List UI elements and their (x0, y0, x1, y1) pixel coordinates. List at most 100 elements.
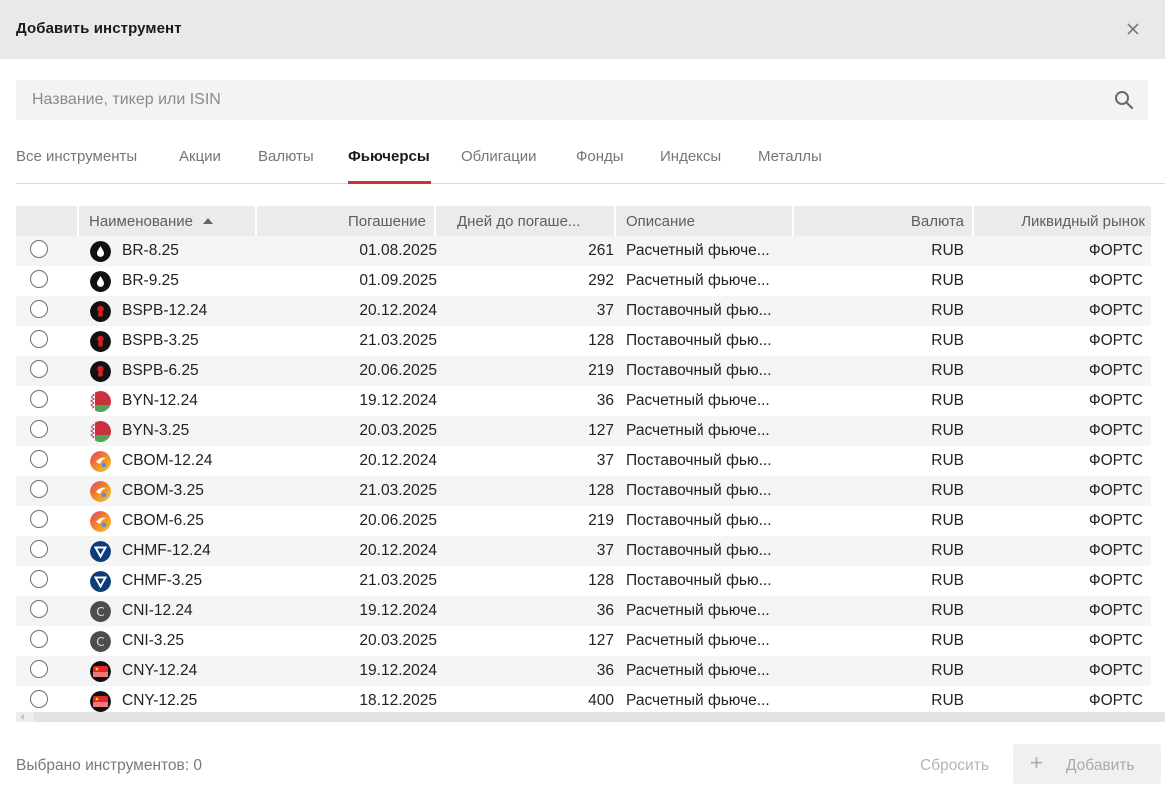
tab-funds[interactable]: Фонды (576, 148, 624, 165)
liquid-market: ФОРТС (1088, 662, 1143, 679)
table-body: BR-8.25 01.08.2025 261 Расчетный фьюче... RU… (16, 236, 1151, 712)
select-radio[interactable] (30, 600, 48, 618)
days-to-maturity: 36 (596, 662, 614, 679)
china-flag-icon (90, 691, 111, 712)
tab-stocks[interactable]: Акции (179, 148, 221, 165)
instrument-description: Расчетный фьюче... (626, 242, 770, 259)
liquid-market: ФОРТС (1088, 392, 1143, 409)
tab-currencies[interactable]: Валюты (258, 148, 314, 165)
days-to-maturity: 37 (596, 302, 614, 319)
instrument-name: CBOM-6.25 (122, 512, 204, 529)
liquid-market: ФОРТС (1088, 302, 1143, 319)
currency: RUB (931, 422, 964, 439)
tab-metals[interactable]: Металлы (758, 148, 822, 165)
search-input[interactable] (16, 80, 1106, 120)
column-header-currency[interactable]: Валюта (794, 206, 972, 236)
instrument-description: Расчетный фьюче... (626, 632, 770, 649)
select-radio[interactable] (30, 300, 48, 318)
horizontal-scrollbar[interactable] (16, 712, 1165, 722)
liquid-market: ФОРТС (1088, 692, 1143, 709)
belarus-flag-icon (90, 391, 111, 412)
tab-indexes[interactable]: Индексы (660, 148, 721, 165)
cni-logo-icon: C (90, 601, 111, 622)
table-row[interactable]: C CNI-12.24 19.12.2024 36 Расчетный фьюче...… (16, 596, 1151, 626)
column-header-name[interactable]: Наименование (79, 206, 255, 236)
select-radio[interactable] (30, 630, 48, 648)
instrument-name: CBOM-3.25 (122, 482, 204, 499)
liquid-market: ФОРТС (1088, 242, 1143, 259)
add-button[interactable]: + Добавить (1013, 744, 1161, 784)
table-row[interactable]: BYN-3.25 20.03.2025 127 Расчетный фьюче... R… (16, 416, 1151, 446)
instrument-description: Расчетный фьюче... (626, 662, 770, 679)
select-radio[interactable] (30, 270, 48, 288)
tab-all-instruments[interactable]: Все инструменты (16, 148, 137, 165)
cbom-logo-icon (90, 451, 111, 472)
bspb-logo-icon (90, 301, 111, 322)
table-row[interactable]: CHMF-12.24 20.12.2024 37 Поставочный фью...… (16, 536, 1151, 566)
select-radio[interactable] (30, 240, 48, 258)
table-row[interactable]: BR-8.25 01.08.2025 261 Расчетный фьюче... RU… (16, 236, 1151, 266)
table-row[interactable]: CNY-12.25 18.12.2025 400 Расчетный фьюче...… (16, 686, 1151, 712)
maturity-date: 20.03.2025 (359, 632, 437, 649)
reset-button[interactable]: Сбросить (920, 757, 989, 775)
column-header-days[interactable]: Дней до погаше... (436, 206, 614, 236)
select-radio[interactable] (30, 450, 48, 468)
days-to-maturity: 37 (596, 542, 614, 559)
instrument-description: Поставочный фью... (626, 512, 772, 529)
table-row[interactable]: BSPB-12.24 20.12.2024 37 Поставочный фью...… (16, 296, 1151, 326)
table-row[interactable]: CBOM-12.24 20.12.2024 37 Поставочный фью...… (16, 446, 1151, 476)
svg-text:C: C (96, 605, 104, 619)
column-header-description[interactable]: Описание (616, 206, 792, 236)
scrollbar-thumb[interactable] (34, 712, 1165, 722)
column-header-market[interactable]: Ликвидный рынок (974, 206, 1151, 236)
table-row[interactable]: BYN-12.24 19.12.2024 36 Расчетный фьюче... R… (16, 386, 1151, 416)
table-row[interactable]: BSPB-3.25 21.03.2025 128 Поставочный фью...… (16, 326, 1151, 356)
instrument-name: CNI-3.25 (122, 632, 185, 649)
select-column-header (16, 206, 77, 236)
instrument-name: BYN-3.25 (122, 422, 190, 439)
table-row[interactable]: CHMF-3.25 21.03.2025 128 Поставочный фью...… (16, 566, 1151, 596)
instrument-description: Расчетный фьюче... (626, 692, 770, 709)
instrument-description: Поставочный фью... (626, 332, 772, 349)
days-to-maturity: 292 (588, 272, 614, 289)
select-radio[interactable] (30, 330, 48, 348)
search-box (16, 80, 1148, 120)
table-row[interactable]: BSPB-6.25 20.06.2025 219 Поставочный фью...… (16, 356, 1151, 386)
scroll-left-arrow-icon[interactable] (20, 714, 24, 720)
table-row[interactable]: BR-9.25 01.09.2025 292 Расчетный фьюче... RU… (16, 266, 1151, 296)
select-radio[interactable] (30, 390, 48, 408)
china-flag-icon (90, 661, 111, 682)
currency: RUB (931, 512, 964, 529)
tab-bonds[interactable]: Облигации (461, 148, 537, 165)
select-radio[interactable] (30, 690, 48, 708)
bspb-logo-icon (90, 331, 111, 352)
instrument-name: CNY-12.24 (122, 662, 198, 679)
close-button[interactable] (1123, 19, 1143, 39)
category-tabs: Все инструменты Акции Валюты Фьючерсы Об… (16, 140, 1165, 184)
currency: RUB (931, 392, 964, 409)
liquid-market: ФОРТС (1088, 452, 1143, 469)
instrument-name: CBOM-12.24 (122, 452, 213, 469)
days-to-maturity: 36 (596, 392, 614, 409)
table-row[interactable]: CNY-12.24 19.12.2024 36 Расчетный фьюче... R… (16, 656, 1151, 686)
select-radio[interactable] (30, 420, 48, 438)
table-row[interactable]: CBOM-6.25 20.06.2025 219 Поставочный фью...… (16, 506, 1151, 536)
table-row[interactable]: CBOM-3.25 21.03.2025 128 Поставочный фью...… (16, 476, 1151, 506)
select-radio[interactable] (30, 480, 48, 498)
select-radio[interactable] (30, 360, 48, 378)
active-tab-indicator (348, 181, 431, 184)
cni-logo-icon: C (90, 631, 111, 652)
select-radio[interactable] (30, 510, 48, 528)
select-radio[interactable] (30, 660, 48, 678)
liquid-market: ФОРТС (1088, 482, 1143, 499)
column-header-maturity[interactable]: Погашение (257, 206, 434, 236)
maturity-date: 20.06.2025 (359, 512, 437, 529)
table-row[interactable]: C CNI-3.25 20.03.2025 127 Расчетный фьюче...… (16, 626, 1151, 656)
search-icon[interactable] (1114, 90, 1134, 110)
tab-futures[interactable]: Фьючерсы (348, 148, 430, 165)
instrument-name: CNY-12.25 (122, 692, 198, 709)
bspb-logo-icon (90, 361, 111, 382)
select-radio[interactable] (30, 570, 48, 588)
select-radio[interactable] (30, 540, 48, 558)
maturity-date: 20.03.2025 (359, 422, 437, 439)
